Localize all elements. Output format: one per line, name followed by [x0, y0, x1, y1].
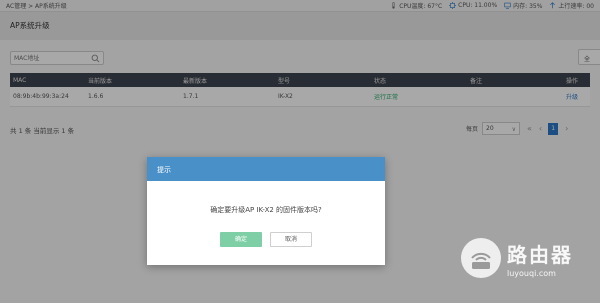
watermark-brand: 路由器: [507, 242, 573, 267]
router-logo-icon: [461, 238, 501, 278]
cancel-button[interactable]: 取消: [270, 232, 312, 247]
dialog-message: 确定要升级AP IK-X2 的固件版本吗?: [210, 206, 322, 214]
watermark: 路由器 luyouqi.com: [461, 238, 573, 278]
dialog-title: 提示: [147, 157, 385, 181]
confirm-dialog: 提示 确定要升级AP IK-X2 的固件版本吗? 确定 取消: [147, 157, 385, 265]
confirm-button[interactable]: 确定: [220, 232, 262, 247]
watermark-site: luyouqi.com: [507, 268, 556, 278]
